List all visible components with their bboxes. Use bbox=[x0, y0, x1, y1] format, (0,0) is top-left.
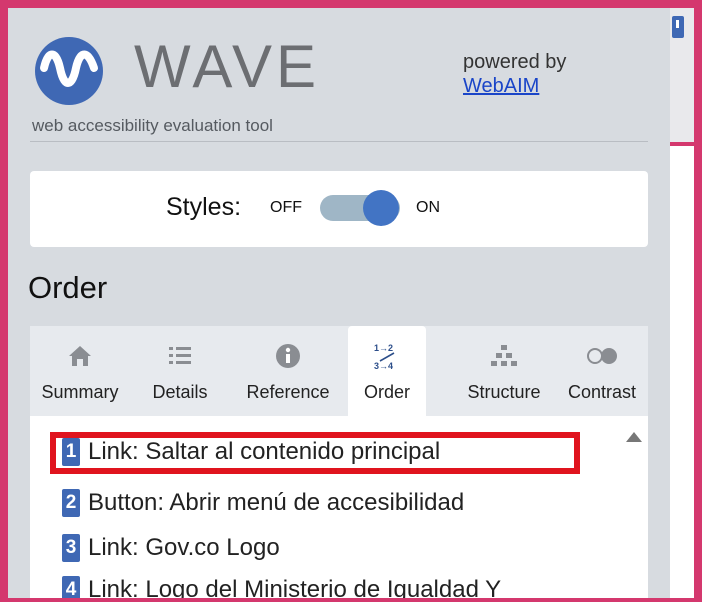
page-header bbox=[670, 8, 694, 146]
svg-text:3→4: 3→4 bbox=[374, 361, 393, 371]
order-list: 1 Link: Saltar al contenido principal 2 … bbox=[30, 416, 648, 598]
tab-details-label: Details bbox=[152, 382, 208, 402]
wave-page-badge-icon[interactable] bbox=[672, 16, 684, 38]
tab-structure-label: Structure bbox=[467, 382, 541, 402]
tab-contrast[interactable]: Contrast bbox=[556, 326, 648, 416]
panel-title: Order bbox=[28, 270, 108, 305]
order-number-badge: 3 bbox=[62, 534, 80, 562]
styles-toggle-panel: Styles: OFF ON bbox=[30, 171, 648, 247]
home-icon bbox=[69, 346, 91, 366]
toggle-off-label: OFF bbox=[270, 199, 302, 216]
styles-label: Styles: bbox=[166, 193, 242, 221]
order-item[interactable]: 4 Link: Logo del Ministerio de Igualdad … bbox=[62, 574, 501, 598]
styles-toggle-knob[interactable] bbox=[363, 190, 399, 226]
structure-icon bbox=[491, 345, 517, 366]
order-item[interactable]: 3 Link: Gov.co Logo bbox=[62, 532, 280, 564]
wave-logo-icon bbox=[35, 37, 103, 105]
powered-by-text: powered by bbox=[463, 51, 567, 73]
wave-wordmark: WAVE bbox=[134, 33, 321, 100]
contrast-icon bbox=[587, 348, 617, 364]
tab-summary[interactable]: Summary bbox=[30, 326, 130, 416]
info-icon bbox=[276, 344, 300, 368]
divider bbox=[30, 141, 648, 142]
page-content-area bbox=[670, 8, 694, 598]
order-item-text: Link: Gov.co Logo bbox=[88, 534, 280, 561]
tab-details[interactable]: Details bbox=[130, 326, 230, 416]
order-item-text: Link: Logo del Ministerio de Igualdad Y bbox=[88, 576, 502, 598]
scroll-up-arrow-icon[interactable] bbox=[626, 432, 642, 442]
order-number-badge: 2 bbox=[62, 489, 80, 517]
order-number-badge: 4 bbox=[62, 576, 80, 598]
tab-reference-label: Reference bbox=[246, 382, 330, 402]
tab-order[interactable]: 1→2 3→4 Order bbox=[348, 326, 426, 416]
tagline: web accessibility evaluation tool bbox=[32, 116, 273, 135]
order-icon: 1→2 3→4 bbox=[374, 343, 395, 371]
tab-structure[interactable]: Structure bbox=[454, 326, 554, 416]
tab-contrast-label: Contrast bbox=[567, 382, 637, 402]
tab-order-label: Order bbox=[363, 382, 410, 402]
tab-reference[interactable]: Reference bbox=[230, 326, 346, 416]
highlight-box bbox=[50, 432, 580, 474]
browser-frame: WAVE web accessibility evaluation tool p… bbox=[8, 8, 694, 598]
order-item[interactable]: 2 Button: Abrir menú de accesibilidad bbox=[62, 487, 464, 519]
tab-bar: Summary Details Reference 1→2 3→4 Order … bbox=[30, 326, 648, 416]
toggle-on-label: ON bbox=[416, 199, 440, 216]
powered-by: powered by WebAIM bbox=[463, 50, 566, 98]
svg-text:1→2: 1→2 bbox=[374, 343, 393, 353]
order-item-text: Button: Abrir menú de accesibilidad bbox=[88, 489, 465, 516]
list-icon bbox=[169, 347, 191, 364]
tab-summary-label: Summary bbox=[41, 382, 119, 402]
webaim-link[interactable]: WebAIM bbox=[463, 75, 539, 97]
wave-sidebar: WAVE web accessibility evaluation tool p… bbox=[8, 8, 670, 598]
